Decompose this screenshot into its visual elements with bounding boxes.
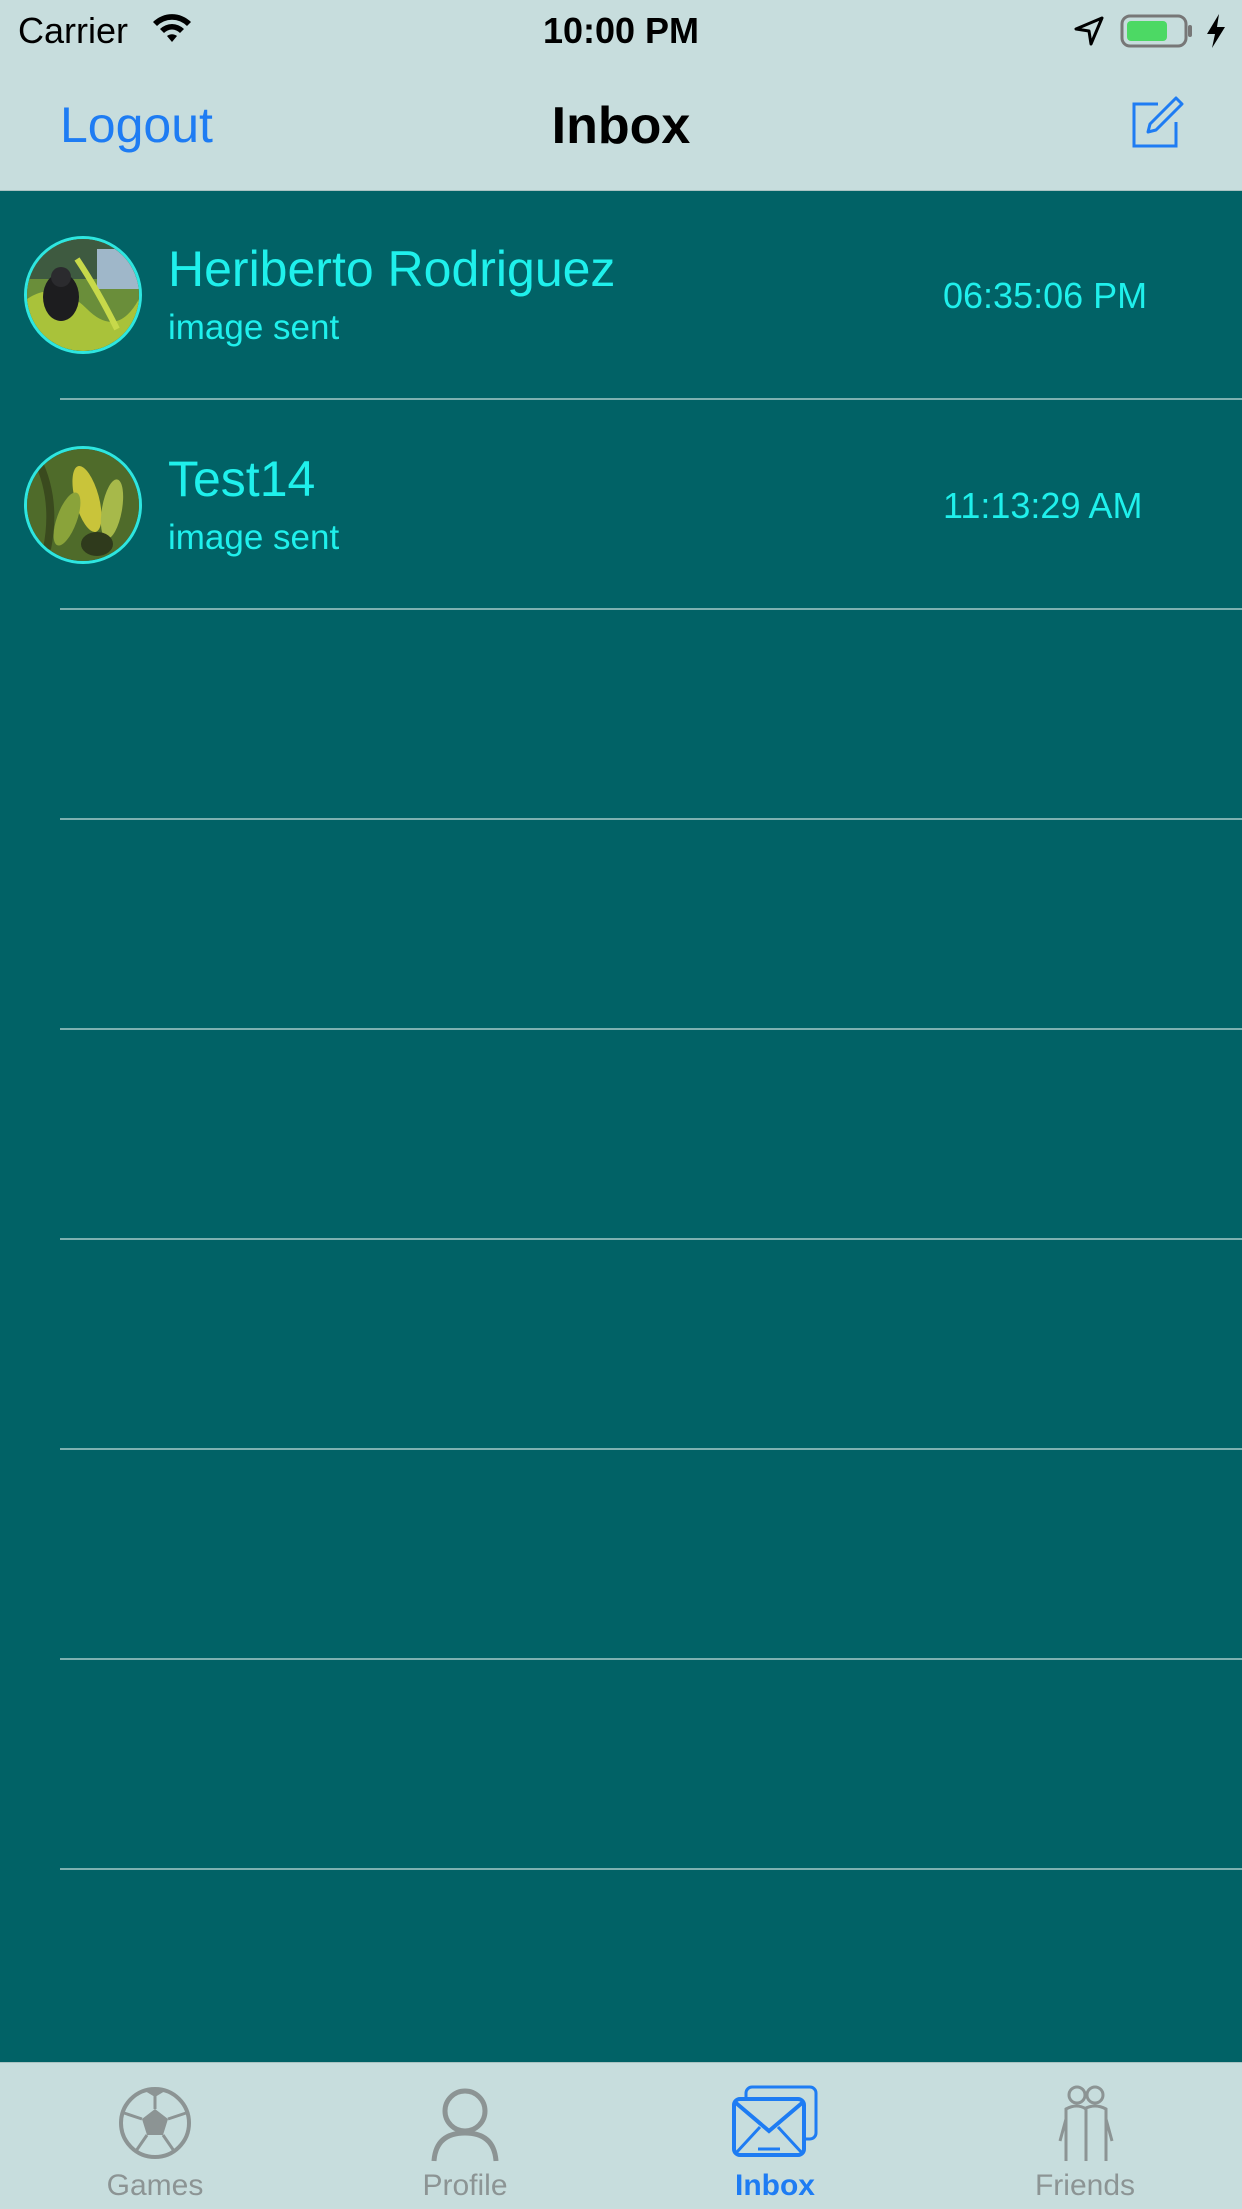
- row-separator: [60, 1868, 1242, 1870]
- tab-profile[interactable]: Profile: [310, 2063, 620, 2209]
- tab-label: Profile: [422, 2169, 508, 2202]
- page-title: Inbox: [551, 97, 691, 155]
- tab-bar: Games Profile Inbox Friends: [0, 2062, 1242, 2209]
- avatar: [24, 236, 142, 354]
- status-time: 10:00 PM: [542, 10, 700, 51]
- empty-row: [0, 1030, 1242, 1240]
- soccer-ball-icon: [119, 2087, 191, 2159]
- tab-friends[interactable]: Friends: [930, 2063, 1240, 2209]
- avatar: [24, 446, 142, 564]
- tab-label: Games: [106, 2169, 204, 2202]
- tab-label: Friends: [1034, 2169, 1136, 2202]
- message-time: 06:35:06 PM: [943, 275, 1148, 316]
- sender-name: Test14: [168, 451, 316, 507]
- status-bar: Carrier 10:00 PM: [0, 0, 1242, 60]
- message-preview: image sent: [168, 308, 340, 347]
- tab-inbox[interactable]: Inbox: [620, 2063, 930, 2209]
- empty-row: [0, 610, 1242, 820]
- tab-games[interactable]: Games: [0, 2063, 310, 2209]
- charging-bolt-icon: [1207, 14, 1225, 48]
- sender-name: Heriberto Rodriguez: [168, 241, 616, 297]
- empty-row: [0, 820, 1242, 1030]
- tab-label: Inbox: [735, 2169, 815, 2202]
- mail-icon: [732, 2085, 818, 2157]
- compose-icon[interactable]: [1128, 96, 1184, 152]
- location-arrow-icon: [1074, 16, 1104, 46]
- header: Carrier 10:00 PM Logout Inbox: [0, 0, 1242, 191]
- message-preview: image sent: [168, 518, 340, 557]
- empty-row: [0, 1240, 1242, 1450]
- empty-row: [0, 1450, 1242, 1660]
- message-time: 11:13:29 AM: [943, 485, 1143, 526]
- navigation-bar: Logout Inbox: [0, 60, 1242, 190]
- battery-icon: [1120, 14, 1192, 48]
- inbox-list: Heriberto Rodriguez image sent 06:35:06 …: [0, 190, 1242, 2062]
- empty-row: [0, 1660, 1242, 1870]
- message-row[interactable]: Test14 image sent 11:13:29 AM: [0, 400, 1242, 610]
- person-icon: [431, 2088, 499, 2162]
- avatar-photo: [27, 239, 139, 351]
- people-icon: [1058, 2085, 1114, 2161]
- message-row[interactable]: Heriberto Rodriguez image sent 06:35:06 …: [0, 190, 1242, 400]
- avatar-photo: [27, 449, 139, 561]
